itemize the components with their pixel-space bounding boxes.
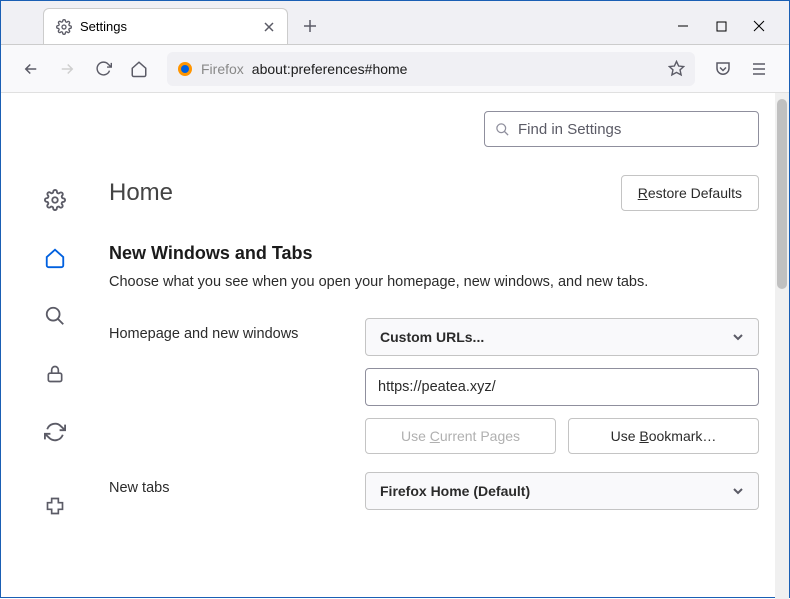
sidebar [1,93,109,599]
sidebar-item-extensions[interactable] [38,489,72,523]
settings-search-input[interactable]: Find in Settings [484,111,759,147]
minimize-button[interactable] [675,18,691,34]
use-current-pages-button[interactable]: Use Current Pages [365,418,556,454]
newtabs-select[interactable]: Firefox Home (Default) [365,472,759,510]
url-identity: Firefox [201,61,244,77]
chevron-down-icon [732,331,744,343]
chevron-down-icon [732,485,744,497]
toolbar: Firefox about:preferences#home [1,45,789,93]
page-title: Home [109,179,173,207]
url-bar[interactable]: Firefox about:preferences#home [167,52,695,86]
homepage-label: Homepage and new windows [109,318,365,342]
bookmark-star-icon[interactable] [668,60,685,77]
homepage-url-input[interactable] [365,368,759,406]
maximize-button[interactable] [713,18,729,34]
sidebar-item-privacy[interactable] [38,357,72,391]
close-tab-icon[interactable] [259,17,279,37]
newtabs-label: New tabs [109,472,365,496]
sidebar-item-search[interactable] [38,299,72,333]
url-text: about:preferences#home [252,61,660,77]
sidebar-item-general[interactable] [38,183,72,217]
browser-tab[interactable]: Settings [43,8,288,44]
back-button[interactable] [15,53,47,85]
content-area: Find in Settings Home Restore Defaults N… [1,93,789,599]
firefox-logo-icon [177,61,193,77]
row-newtabs: New tabs Firefox Home (Default) [109,472,759,510]
homepage-select[interactable]: Custom URLs... [365,318,759,356]
gear-icon [56,19,72,35]
pocket-button[interactable] [707,53,739,85]
restore-defaults-button[interactable]: Restore Defaults [621,175,759,211]
close-window-button[interactable] [751,18,767,34]
forward-button[interactable] [51,53,83,85]
section-title: New Windows and Tabs [109,243,759,264]
new-tab-button[interactable] [296,12,324,40]
search-placeholder: Find in Settings [518,121,621,138]
main-panel: Find in Settings Home Restore Defaults N… [109,93,789,599]
scrollbar-track[interactable] [775,93,789,599]
use-bookmark-button[interactable]: Use Bookmark… [568,418,759,454]
sidebar-item-home[interactable] [38,241,72,275]
window-controls [675,18,789,34]
scrollbar-thumb[interactable] [777,99,787,289]
home-button[interactable] [123,53,155,85]
titlebar: Settings [1,1,789,45]
section-desc: Choose what you see when you open your h… [109,274,759,290]
tab-title: Settings [80,19,127,34]
sidebar-item-sync[interactable] [38,415,72,449]
app-menu-button[interactable] [743,53,775,85]
row-homepage: Homepage and new windows Custom URLs... … [109,318,759,454]
reload-button[interactable] [87,53,119,85]
